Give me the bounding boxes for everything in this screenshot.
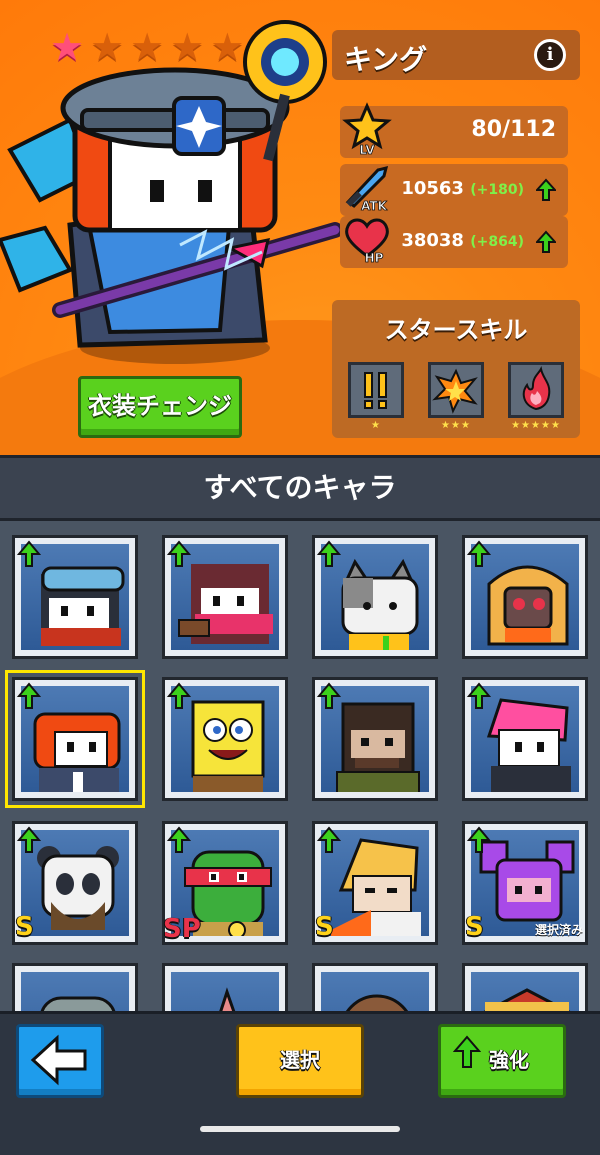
- skill-3-stars: ★★★★★: [511, 420, 561, 431]
- rank-s-badge: S: [15, 912, 34, 942]
- upgrade-arrow-icon: [167, 826, 191, 853]
- upgrade-arrow-icon: [167, 682, 191, 709]
- character-card-sponge[interactable]: [162, 677, 288, 801]
- character-portrait: [321, 972, 429, 1011]
- character-card-pink-hair[interactable]: [462, 677, 588, 801]
- character-card-hooded-robot[interactable]: [462, 535, 588, 659]
- hp-value-group: 38038 (+864): [401, 230, 524, 251]
- upgrade-arrow-icon: [17, 682, 41, 709]
- character-card-panda[interactable]: S: [12, 821, 138, 945]
- up-arrow-icon: [536, 178, 556, 201]
- character-card-soldier[interactable]: [312, 677, 438, 801]
- rank-sp-badge: SP: [163, 914, 201, 944]
- costume-change-button[interactable]: 衣装チェンジ: [78, 376, 242, 438]
- character-card-cat[interactable]: [312, 535, 438, 659]
- svg-text:LV: LV: [359, 143, 375, 156]
- character-card-turtle[interactable]: SP: [162, 821, 288, 945]
- star-skill-panel: スタースキル ★ ★★★ ★★★★★: [332, 300, 580, 438]
- bottom-action-bar: 選択 強化: [0, 1011, 600, 1155]
- level-star-icon: LV: [342, 102, 392, 156]
- upgrade-arrow-icon: [17, 540, 41, 567]
- heart-icon: HP: [345, 218, 389, 265]
- upgrade-button-label: 強化: [489, 1048, 529, 1072]
- upgrade-button[interactable]: 強化: [438, 1024, 566, 1098]
- character-card-masked-girl[interactable]: [162, 535, 288, 659]
- exclamation-skill-icon[interactable]: [348, 362, 404, 418]
- upgrade-arrow-icon: [467, 826, 491, 853]
- roster-grid[interactable]: S SP S S 選択済み: [0, 521, 600, 1011]
- svg-text:HP: HP: [365, 251, 384, 265]
- character-portrait: [471, 972, 579, 1011]
- upgrade-arrow-icon: [17, 826, 41, 853]
- character-name: キング: [344, 43, 428, 76]
- sword-icon: ATK: [345, 165, 389, 213]
- hp-value: 38038: [401, 230, 464, 251]
- star-skill-title: スタースキル: [384, 316, 528, 344]
- roster-title: すべてのキャラ: [203, 471, 397, 504]
- character-card-partial[interactable]: [12, 963, 138, 1011]
- upgrade-arrow-icon: [317, 540, 341, 567]
- rank-s-badge: S: [315, 912, 334, 942]
- home-indicator[interactable]: [200, 1126, 400, 1132]
- character-card-blonde-fighter[interactable]: S: [312, 821, 438, 945]
- svg-text:ATK: ATK: [361, 199, 388, 213]
- character-card-partial[interactable]: [312, 963, 438, 1011]
- select-button[interactable]: 選択: [236, 1024, 364, 1098]
- stat-hp-row: HP 38038 (+864): [340, 216, 568, 268]
- character-card-purple-mech[interactable]: S 選択済み: [462, 821, 588, 945]
- character-portrait: [171, 972, 279, 1011]
- flame-skill-icon[interactable]: [508, 362, 564, 418]
- up-arrow-icon: [536, 230, 556, 253]
- level-value: 80/112: [471, 117, 556, 142]
- upgrade-arrow-icon: [467, 682, 491, 709]
- hp-bonus: (+864): [470, 234, 524, 250]
- atk-value-group: 10563 (+180): [401, 178, 524, 199]
- atk-value: 10563: [401, 178, 464, 199]
- character-name-bar: キング i: [332, 30, 580, 80]
- upgrade-arrow-icon: [317, 826, 341, 853]
- stat-level-row: LV 80/112: [340, 102, 568, 158]
- rank-s-badge: S: [465, 912, 484, 942]
- character-portrait: [21, 972, 129, 1011]
- skill-1-stars: ★: [371, 420, 381, 431]
- roster-header: すべてのキャラ: [0, 455, 600, 521]
- character-card-partial[interactable]: [462, 963, 588, 1011]
- info-icon[interactable]: i: [534, 39, 566, 71]
- hero-panel: ★ ★ ★ ★ ★ キング i LV 80/112 ATK 10563 (+18…: [0, 0, 600, 455]
- upgrade-arrow-icon: [317, 682, 341, 709]
- upgrade-arrow-icon: [167, 540, 191, 567]
- character-card-king-selected[interactable]: [5, 670, 145, 808]
- character-king-artwork: [0, 20, 343, 364]
- costume-change-label: 衣装チェンジ: [88, 392, 232, 420]
- left-arrow-icon: [30, 1034, 87, 1086]
- select-button-label: 選択: [280, 1048, 320, 1072]
- explosion-skill-icon[interactable]: [428, 362, 484, 418]
- stat-atk-row: ATK 10563 (+180): [340, 164, 568, 216]
- back-button[interactable]: [16, 1024, 104, 1098]
- skill-2-stars: ★★★: [441, 420, 471, 431]
- character-card-goggles-ninja[interactable]: [12, 535, 138, 659]
- selected-status-label: 選択済み: [534, 923, 583, 937]
- character-card-partial[interactable]: [162, 963, 288, 1011]
- upgrade-arrow-icon: [467, 540, 491, 567]
- atk-bonus: (+180): [470, 182, 524, 198]
